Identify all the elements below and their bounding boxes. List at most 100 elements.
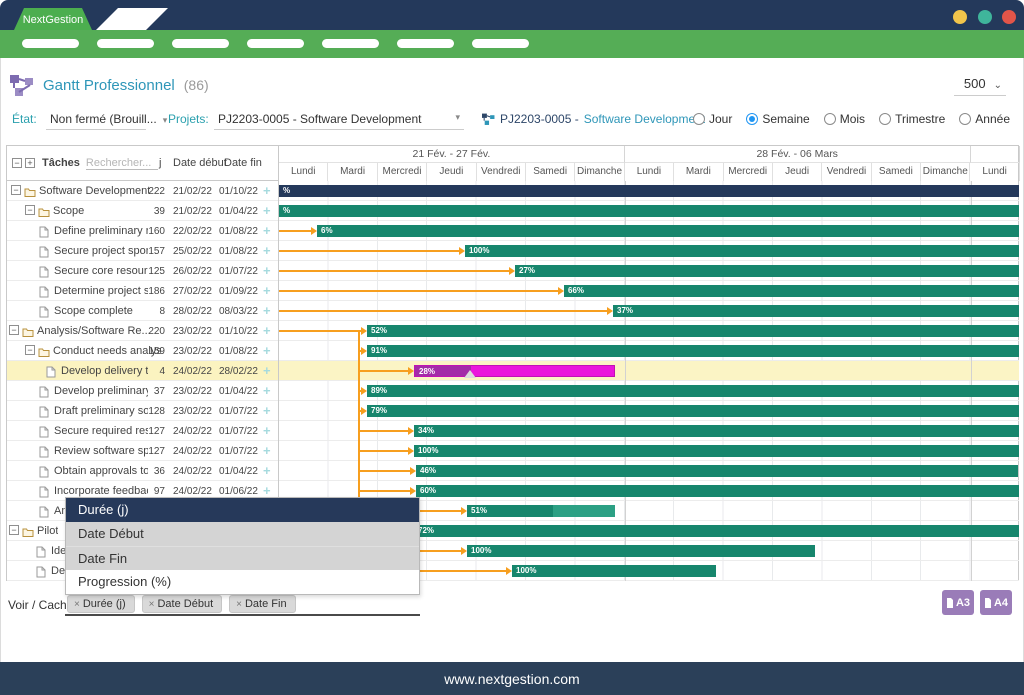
projets-select[interactable]: PJ2203-0005 - Software Development▾ bbox=[214, 112, 464, 130]
collapse-node-icon[interactable]: − bbox=[25, 205, 35, 215]
progress-drag-handle[interactable] bbox=[464, 370, 476, 378]
nav-menu-item-6[interactable] bbox=[397, 39, 454, 48]
task-bar[interactable]: 6% bbox=[317, 225, 1019, 237]
task-row[interactable]: Secure required reso...12724/02/2201/07/… bbox=[7, 421, 278, 441]
menu-item-date-d-but[interactable]: Date Début bbox=[66, 522, 419, 546]
export-a3-button[interactable]: A3 bbox=[942, 590, 974, 615]
task-row[interactable]: Draft preliminary soft...12823/02/2201/0… bbox=[7, 401, 278, 421]
add-subtask-button[interactable]: + bbox=[263, 463, 271, 478]
task-bar[interactable]: 79% bbox=[367, 405, 1019, 417]
page-size-select[interactable]: 500⌄ bbox=[954, 76, 1006, 96]
nav-menu-item-2[interactable] bbox=[97, 39, 154, 48]
task-bar-progress-label: 52% bbox=[371, 325, 387, 337]
task-row[interactable]: Determine project sc...18627/02/2201/09/… bbox=[7, 281, 278, 301]
task-bar[interactable]: 27% bbox=[515, 265, 1019, 277]
task-bar[interactable]: 52% bbox=[367, 325, 1019, 337]
task-row[interactable]: Obtain approvals to p...3624/02/2201/04/… bbox=[7, 461, 278, 481]
footer-url[interactable]: www.nextgestion.com bbox=[444, 671, 579, 687]
task-row[interactable]: −Scope3921/02/2201/04/22+ bbox=[7, 201, 278, 221]
add-subtask-button[interactable]: + bbox=[263, 303, 271, 318]
task-bar[interactable]: 100% bbox=[512, 565, 716, 577]
task-row[interactable]: Secure core resources12526/02/2201/07/22… bbox=[7, 261, 278, 281]
task-bar[interactable]: 51% bbox=[467, 505, 615, 517]
add-subtask-button[interactable]: + bbox=[263, 223, 271, 238]
collapse-all-icon[interactable]: − bbox=[12, 158, 22, 168]
timescale-radio-année[interactable]: Année bbox=[959, 112, 1010, 126]
task-duration: 159 bbox=[135, 346, 165, 357]
task-row[interactable]: Define preliminary re...16022/02/2201/08… bbox=[7, 221, 278, 241]
add-subtask-button[interactable]: + bbox=[263, 243, 271, 258]
menu-item-dur-e-j-[interactable]: Durée (j) bbox=[66, 498, 419, 522]
task-name: Review software spe... bbox=[54, 445, 148, 457]
task-bar[interactable]: 28% bbox=[414, 365, 615, 377]
task-bar[interactable]: 100% bbox=[467, 545, 815, 557]
task-bar[interactable]: % bbox=[279, 205, 1019, 217]
remove-chip-icon[interactable]: × bbox=[236, 599, 242, 610]
timescale-radio-semaine[interactable]: Semaine bbox=[746, 112, 809, 126]
task-row[interactable]: Develop preliminary ...3723/02/2201/04/2… bbox=[7, 381, 278, 401]
task-row[interactable]: Scope complete828/02/2208/03/22+ bbox=[7, 301, 278, 321]
add-subtask-button[interactable]: + bbox=[263, 183, 271, 198]
etat-select[interactable]: Non fermé (Brouill...▾ bbox=[46, 112, 146, 130]
add-subtask-button[interactable]: + bbox=[263, 343, 271, 358]
timescale-radio-jour[interactable]: Jour bbox=[693, 112, 732, 126]
remove-chip-icon[interactable]: × bbox=[74, 599, 80, 610]
visible-column-chip[interactable]: ×Date Fin bbox=[229, 595, 295, 613]
add-subtask-button[interactable]: + bbox=[263, 363, 271, 378]
visible-column-chip[interactable]: ×Durée (j) bbox=[67, 595, 135, 613]
file-icon bbox=[39, 485, 51, 496]
task-bar[interactable]: 91% bbox=[367, 345, 1019, 357]
task-bar[interactable]: 89% bbox=[367, 385, 1019, 397]
add-subtask-button[interactable]: + bbox=[263, 383, 271, 398]
task-row[interactable]: −Software Development22221/02/2201/10/22… bbox=[7, 181, 278, 201]
add-subtask-button[interactable]: + bbox=[263, 443, 271, 458]
remove-chip-icon[interactable]: × bbox=[149, 599, 155, 610]
nav-menu-item-5[interactable] bbox=[322, 39, 379, 48]
minimize-window-icon[interactable] bbox=[953, 10, 967, 24]
close-window-icon[interactable] bbox=[1002, 10, 1016, 24]
add-subtask-button[interactable]: + bbox=[263, 423, 271, 438]
timescale-radio-mois[interactable]: Mois bbox=[824, 112, 865, 126]
task-bar[interactable]: % bbox=[279, 185, 1019, 197]
project-link[interactable]: PJ2203-0005 - Software Development bbox=[482, 112, 705, 126]
start-column-header: Date début bbox=[173, 157, 227, 169]
task-bar[interactable]: 100% bbox=[465, 245, 1019, 257]
add-subtask-button[interactable]: + bbox=[263, 483, 271, 498]
menu-item-progression-[interactable]: Progression (%) bbox=[66, 570, 419, 594]
collapse-node-icon[interactable]: − bbox=[11, 185, 21, 195]
task-row[interactable]: −Analysis/Software Re...22023/02/2201/10… bbox=[7, 321, 278, 341]
timescale-radios: Jour Semaine Mois Trimestre Année bbox=[693, 112, 1010, 126]
visible-column-chip[interactable]: ×Date Début bbox=[142, 595, 223, 613]
search-input[interactable] bbox=[86, 157, 158, 170]
add-subtask-button[interactable]: + bbox=[263, 323, 271, 338]
task-row[interactable]: Review software spe...12724/02/2201/07/2… bbox=[7, 441, 278, 461]
expand-all-icon[interactable]: + bbox=[25, 158, 35, 168]
add-subtask-button[interactable]: + bbox=[263, 203, 271, 218]
nav-menu-item-3[interactable] bbox=[172, 39, 229, 48]
timescale-radio-trimestre[interactable]: Trimestre bbox=[879, 112, 945, 126]
collapse-node-icon[interactable]: − bbox=[9, 325, 19, 335]
menu-item-date-fin[interactable]: Date Fin bbox=[66, 546, 419, 570]
task-row[interactable]: −Conduct needs analysis15923/02/2201/08/… bbox=[7, 341, 278, 361]
brand-logo[interactable]: NextGestion bbox=[14, 8, 92, 30]
task-bar[interactable]: 46% bbox=[416, 465, 1018, 477]
nav-menu-item-1[interactable] bbox=[22, 39, 79, 48]
task-bar[interactable]: 100% bbox=[414, 445, 1019, 457]
add-subtask-button[interactable]: + bbox=[263, 403, 271, 418]
task-bar[interactable]: 60% bbox=[416, 485, 1019, 497]
task-bar[interactable]: 34% bbox=[414, 425, 1019, 437]
task-row[interactable]: Develop delivery tim...424/02/2228/02/22… bbox=[7, 361, 278, 381]
task-bar[interactable]: 37% bbox=[613, 305, 1019, 317]
collapse-node-icon[interactable]: − bbox=[25, 345, 35, 355]
task-bar[interactable]: 66% bbox=[564, 285, 1019, 297]
collapse-node-icon[interactable]: − bbox=[9, 525, 19, 535]
add-subtask-button[interactable]: + bbox=[263, 263, 271, 278]
nav-menu-item-4[interactable] bbox=[247, 39, 304, 48]
task-bar[interactable]: 72% bbox=[414, 525, 1019, 537]
export-a4-button[interactable]: A4 bbox=[980, 590, 1012, 615]
maximize-window-icon[interactable] bbox=[978, 10, 992, 24]
radio-icon bbox=[879, 113, 891, 125]
task-row[interactable]: Secure project spons...15725/02/2201/08/… bbox=[7, 241, 278, 261]
nav-menu-item-7[interactable] bbox=[472, 39, 529, 48]
add-subtask-button[interactable]: + bbox=[263, 283, 271, 298]
